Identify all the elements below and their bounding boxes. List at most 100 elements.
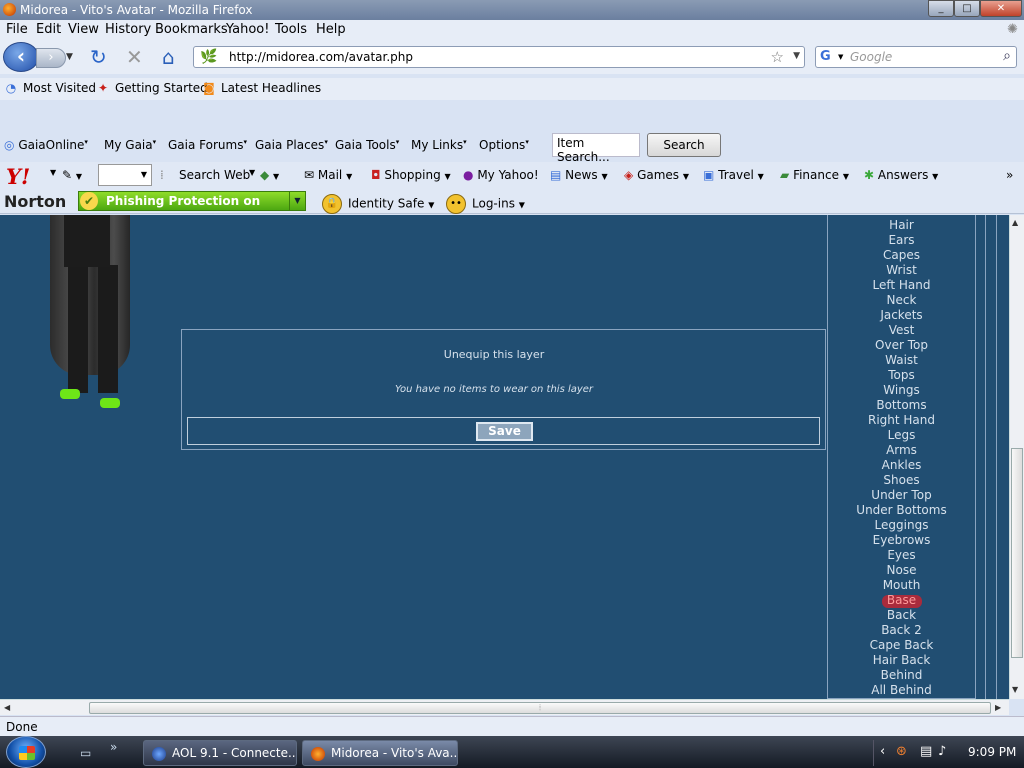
horizontal-scroll-thumb[interactable]: ⦙ <box>89 702 991 714</box>
stop-icon[interactable]: ✕ <box>126 46 143 68</box>
yahoo-logo[interactable]: Y! <box>6 164 30 189</box>
phishing-dropdown-icon[interactable]: ▼ <box>289 192 305 210</box>
google-engine-icon[interactable]: G <box>820 49 831 64</box>
shield-icon[interactable]: ◆ ▼ <box>260 168 279 182</box>
scroll-right-icon[interactable]: ▶ <box>995 703 1001 712</box>
layer-item[interactable]: Bottoms <box>828 398 975 412</box>
layer-item[interactable]: Arms <box>828 443 975 457</box>
unequip-layer-link[interactable]: Unequip this layer <box>182 348 806 361</box>
tray-expand-icon[interactable]: ‹ <box>880 744 885 759</box>
yahoo-finance[interactable]: ▰ Finance ▼ <box>780 168 849 182</box>
back-icon[interactable]: ‹ <box>3 42 39 72</box>
menu-file[interactable]: File <box>6 22 28 37</box>
yahoo-shopping[interactable]: ◘ Shopping ▼ <box>371 168 451 182</box>
save-button[interactable]: Save <box>476 422 533 441</box>
search-icon[interactable]: ⌕ <box>1003 48 1011 64</box>
scroll-up-icon[interactable]: ▲ <box>1012 218 1018 227</box>
close-button[interactable]: ✕ <box>980 0 1022 17</box>
url-dropdown-icon[interactable]: ▼ <box>793 51 800 61</box>
layer-item[interactable]: Behind <box>828 668 975 682</box>
layer-item[interactable]: Base <box>828 593 975 607</box>
gaia-places-menu[interactable]: Gaia Places▾ <box>255 138 328 152</box>
menu-tools[interactable]: Tools <box>275 22 307 37</box>
logins-button[interactable]: •• Log-ins ▼ <box>446 194 525 214</box>
menu-bookmarks[interactable]: Bookmarks <box>155 22 228 37</box>
layer-item[interactable]: Under Bottoms <box>828 503 975 517</box>
history-dropdown-icon[interactable]: ▼ <box>66 52 73 62</box>
pencil-icon[interactable]: ✎ ▼ <box>62 168 82 182</box>
yahoo-news[interactable]: ▤ News ▼ <box>550 168 608 182</box>
yahoo-mail[interactable]: ✉ Mail ▼ <box>304 168 352 182</box>
taskbar-item-aol[interactable]: AOL 9.1 - Connecte... <box>143 740 297 766</box>
layer-item[interactable]: Left Hand <box>828 278 975 292</box>
yahoo-search-web[interactable]: Search Web <box>179 168 250 182</box>
menu-help[interactable]: Help <box>316 22 346 37</box>
phishing-protection-status[interactable]: ✔ Phishing Protection on ▼ <box>78 191 306 211</box>
gaia-mygaia-menu[interactable]: My Gaia▾ <box>104 138 156 152</box>
home-icon[interactable]: ⌂ <box>162 46 175 68</box>
layer-item[interactable]: Leggings <box>828 518 975 532</box>
yahoo-travel[interactable]: ▣ Travel ▼ <box>703 168 764 182</box>
layer-item[interactable]: Eyebrows <box>828 533 975 547</box>
layer-item[interactable]: Vest <box>828 323 975 337</box>
url-text[interactable]: http://midorea.com/avatar.php <box>229 50 413 64</box>
volume-icon[interactable]: ♪ <box>938 744 946 759</box>
layer-item[interactable]: All Behind <box>828 683 975 697</box>
layer-item[interactable]: Back 2 <box>828 623 975 637</box>
maximize-button[interactable]: □ <box>954 0 980 17</box>
layer-item[interactable]: Hair <box>828 218 975 232</box>
search-input[interactable]: G ▼ Google ⌕ <box>815 46 1017 68</box>
search-field-dropdown-icon[interactable]: ▼ <box>141 170 147 179</box>
bookmark-star-icon[interactable]: ☆ <box>771 48 784 66</box>
quick-launch-overflow-icon[interactable]: » <box>110 740 117 754</box>
layer-item[interactable]: Right Hand <box>828 413 975 427</box>
menu-view[interactable]: View <box>68 22 99 37</box>
layer-item[interactable]: Jackets <box>828 308 975 322</box>
gaia-options-menu[interactable]: Options▾ <box>479 138 529 152</box>
reload-icon[interactable]: ↻ <box>90 46 107 68</box>
bookmark-getting-started[interactable]: ✦ Getting Started <box>96 81 208 95</box>
layer-item[interactable]: Capes <box>828 248 975 262</box>
yahoo-logo-dropdown-icon[interactable]: ▼ <box>50 168 56 177</box>
search-web-dropdown-icon[interactable]: ▼ <box>249 168 255 177</box>
network-icon[interactable]: ▤ <box>920 744 932 759</box>
toolbar-overflow-icon[interactable]: » <box>1006 168 1013 182</box>
scroll-down-icon[interactable]: ▼ <box>1012 685 1018 694</box>
clock[interactable]: 9:09 PM <box>968 745 1016 759</box>
forward-icon[interactable]: › <box>36 48 66 68</box>
yahoo-search-field[interactable]: ▼ <box>98 164 152 186</box>
show-desktop-icon[interactable]: ▭ <box>80 746 91 760</box>
url-bar[interactable]: 🌿 http://midorea.com/avatar.php ☆ ▼ <box>193 46 805 68</box>
layer-item[interactable]: Ears <box>828 233 975 247</box>
gaia-tools-menu[interactable]: Gaia Tools▾ <box>335 138 399 152</box>
layer-item[interactable]: Cape Back <box>828 638 975 652</box>
layer-item[interactable]: Under Top <box>828 488 975 502</box>
layer-item[interactable]: Tops <box>828 368 975 382</box>
layer-item[interactable]: Back <box>828 608 975 622</box>
vertical-scrollbar[interactable]: ▲ ▼ <box>1009 215 1024 699</box>
gaia-online-menu[interactable]: ◎ GaiaOnline▾ <box>4 138 88 152</box>
menu-history[interactable]: History <box>105 22 151 37</box>
layer-item[interactable]: Neck <box>828 293 975 307</box>
gaia-forums-menu[interactable]: Gaia Forums▾ <box>168 138 247 152</box>
layer-item[interactable]: Legs <box>828 428 975 442</box>
layer-item[interactable]: Waist <box>828 353 975 367</box>
yahoo-answers[interactable]: ✱ Answers ▼ <box>864 168 938 182</box>
layer-item[interactable]: Hair Back <box>828 653 975 667</box>
vertical-scroll-thumb[interactable] <box>1011 448 1023 658</box>
bookmark-latest-headlines[interactable]: ◙ Latest Headlines <box>202 81 321 95</box>
yahoo-games[interactable]: ◈ Games ▼ <box>624 168 689 182</box>
taskbar-item-firefox[interactable]: Midorea - Vito's Ava... <box>302 740 458 766</box>
item-search-input[interactable]: Item Search... <box>552 133 640 164</box>
layer-item[interactable]: Mouth <box>828 578 975 592</box>
layer-item[interactable]: Wings <box>828 383 975 397</box>
layer-item[interactable]: Shoes <box>828 473 975 487</box>
minimize-button[interactable]: _ <box>928 0 954 17</box>
gaia-mylinks-menu[interactable]: My Links▾ <box>411 138 467 152</box>
start-button[interactable] <box>6 736 46 768</box>
scroll-left-icon[interactable]: ◀ <box>4 703 10 712</box>
layer-item[interactable]: Ankles <box>828 458 975 472</box>
menu-edit[interactable]: Edit <box>36 22 61 37</box>
layer-item[interactable]: Wrist <box>828 263 975 277</box>
layer-item[interactable]: Eyes <box>828 548 975 562</box>
